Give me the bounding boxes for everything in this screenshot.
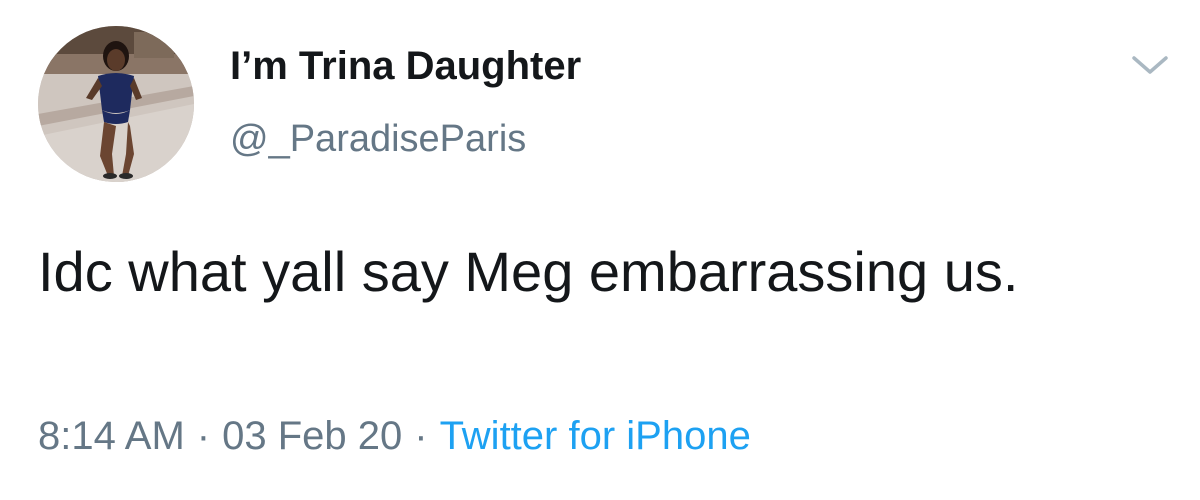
- tweet-date[interactable]: 03 Feb 20: [222, 414, 402, 458]
- tweet-text: Idc what yall say Meg embarrassing us.: [38, 240, 1019, 303]
- chevron-down-icon[interactable]: [1128, 50, 1172, 80]
- author-handle[interactable]: @_ParadiseParis: [230, 118, 526, 161]
- author-display-name[interactable]: I’m Trina Daughter: [230, 44, 581, 89]
- tweet-time[interactable]: 8:14 AM: [38, 414, 185, 458]
- tweet-card: I’m Trina Daughter @_ParadiseParis Idc w…: [0, 0, 1200, 500]
- avatar-photo-icon: [38, 26, 194, 182]
- meta-separator: ·: [414, 414, 428, 458]
- meta-separator: ·: [196, 414, 211, 458]
- avatar[interactable]: [38, 26, 194, 182]
- tweet-source-link[interactable]: Twitter for iPhone: [440, 414, 751, 458]
- tweet-meta: 8:14 AM · 03 Feb 20 · Twitter for iPhone: [38, 414, 751, 459]
